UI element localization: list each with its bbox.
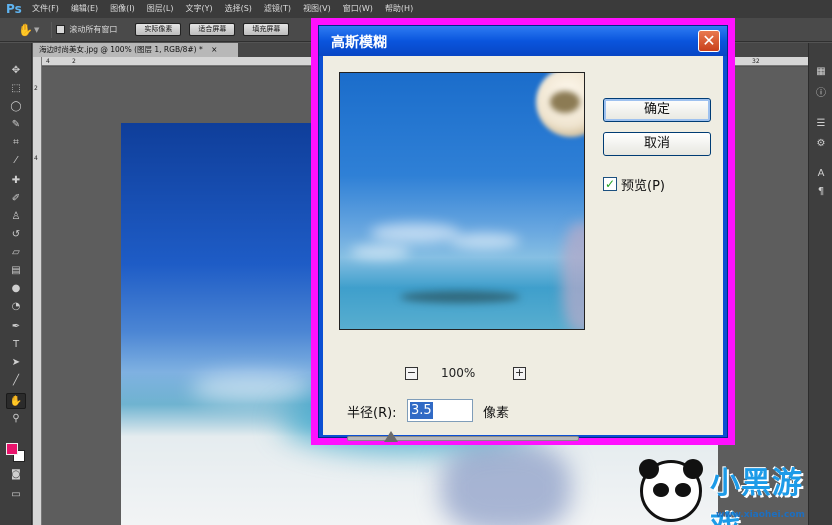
crop-tool-icon[interactable]: ⌗ (6, 135, 26, 151)
scroll-all-windows-label: 滚动所有窗口 (69, 25, 118, 34)
menu-help[interactable]: 帮助(H) (379, 0, 419, 18)
ruler-tick: 4 (46, 58, 50, 65)
actual-pixels-button[interactable]: 实际像素 (135, 23, 182, 36)
panda-logo-icon (639, 459, 703, 522)
gaussian-blur-dialog: 高斯模糊 ✕ − 100% + 确定 取消 ✓ 预览(P) 半径(R): 3.5 (318, 25, 728, 442)
radius-slider-thumb[interactable] (384, 431, 399, 442)
cancel-button[interactable]: 取消 (603, 132, 711, 156)
radius-label: 半径(R): (347, 406, 397, 421)
move-tool-icon[interactable]: ✥ (6, 63, 26, 79)
path-select-tool-icon[interactable]: ➤ (6, 355, 26, 371)
preview-cloud (350, 245, 410, 259)
preview-figure (562, 223, 584, 329)
foreground-color-swatch[interactable] (6, 443, 18, 455)
preview-cloud (370, 223, 460, 243)
filter-preview[interactable] (339, 72, 585, 330)
history-panel-icon[interactable]: ▦ (814, 65, 828, 79)
healing-brush-tool-icon[interactable]: ✚ (6, 173, 26, 189)
preview-island (400, 291, 520, 303)
lasso-tool-icon[interactable]: ◯ (6, 99, 26, 115)
preview-checkbox[interactable]: ✓ (603, 177, 617, 191)
menu-window[interactable]: 窗口(W) (337, 0, 379, 18)
blur-tool-icon[interactable]: ● (6, 281, 26, 297)
clone-stamp-tool-icon[interactable]: ♙ (6, 209, 26, 225)
panda-ear (683, 459, 703, 479)
panda-eye (675, 483, 691, 497)
options-divider (51, 21, 53, 38)
zoom-out-button[interactable]: − (405, 367, 418, 380)
menu-filter[interactable]: 滤镜(T) (258, 0, 297, 18)
quick-mask-icon[interactable]: ◙ (6, 467, 26, 483)
app-logo: Ps (6, 2, 22, 16)
ruler-tick: 2 (72, 58, 76, 65)
document-tab-close-icon[interactable]: × (211, 45, 217, 54)
menu-bar: Ps 文件(F) 编辑(E) 图像(I) 图层(L) 文字(Y) 选择(S) 滤… (0, 0, 832, 18)
zoom-level: 100% (441, 366, 476, 380)
history-brush-tool-icon[interactable]: ↺ (6, 227, 26, 243)
radius-slider-track[interactable] (347, 436, 579, 441)
ok-button[interactable]: 确定 (603, 98, 711, 122)
preview-cloud (450, 233, 520, 249)
fill-screen-button[interactable]: 填充屏幕 (243, 23, 290, 36)
dodge-tool-icon[interactable]: ◔ (6, 299, 26, 315)
marquee-tool-icon[interactable]: ⬚ (6, 81, 26, 97)
quick-select-tool-icon[interactable]: ✎ (6, 117, 26, 133)
watermark-url: www.xiaohei.com (716, 510, 805, 520)
hand-tool-icon[interactable]: ✋ (6, 393, 26, 409)
vertical-ruler[interactable]: 2 4 (33, 57, 42, 525)
dialog-titlebar[interactable]: 高斯模糊 ✕ (319, 26, 727, 56)
zoom-tool-icon[interactable]: ⚲ (6, 411, 26, 427)
panda-eye (653, 483, 669, 497)
radius-input[interactable]: 3.5 (407, 399, 473, 422)
document-tab-title: 海边时尚美女.jpg @ 100% (图层 1, RGB/8#) * (39, 45, 203, 54)
menu-type[interactable]: 文字(Y) (179, 0, 218, 18)
zoom-in-button[interactable]: + (513, 367, 526, 380)
dialog-title: 高斯模糊 (331, 35, 387, 51)
tool-preset-dropdown-icon[interactable]: ▼ (34, 26, 39, 34)
paragraph-panel-icon[interactable]: ¶ (814, 185, 828, 199)
eyedropper-tool-icon[interactable]: ⁄ (6, 153, 26, 169)
info-panel-icon[interactable]: ⓘ (814, 87, 828, 101)
screen-mode-icon[interactable]: ▭ (6, 487, 26, 503)
photoshop-window: Ps 文件(F) 编辑(E) 图像(I) 图层(L) 文字(Y) 选择(S) 滤… (0, 0, 832, 525)
menu-layer[interactable]: 图层(L) (141, 0, 180, 18)
scroll-all-windows-checkbox[interactable] (56, 25, 66, 34)
panda-ear (639, 459, 659, 479)
radius-value: 3.5 (410, 402, 433, 419)
radius-unit-label: 像素 (483, 406, 510, 421)
hand-tool-icon[interactable]: ✋ (18, 23, 34, 37)
image-cloud (191, 373, 311, 403)
eraser-tool-icon[interactable]: ▱ (6, 245, 26, 261)
ruler-tick: 32 (752, 58, 760, 65)
image-figure (441, 443, 571, 525)
menu-select[interactable]: 选择(S) (219, 0, 258, 18)
character-panel-icon[interactable]: A (814, 167, 828, 181)
preview-label: 预览(P) (621, 179, 665, 194)
menu-file[interactable]: 文件(F) (26, 0, 65, 18)
ruler-tick: 4 (34, 155, 38, 162)
menu-view[interactable]: 视图(V) (297, 0, 337, 18)
document-tab[interactable]: 海边时尚美女.jpg @ 100% (图层 1, RGB/8#) * × (33, 43, 238, 57)
adjustments-panel-icon[interactable]: ⚙ (814, 137, 828, 151)
pen-tool-icon[interactable]: ✒ (6, 319, 26, 335)
gradient-tool-icon[interactable]: ▤ (6, 263, 26, 279)
line-tool-icon[interactable]: ╱ (6, 373, 26, 389)
menu-edit[interactable]: 编辑(E) (65, 0, 104, 18)
menu-image[interactable]: 图像(I) (104, 0, 141, 18)
type-tool-icon[interactable]: T (6, 337, 26, 353)
fit-screen-button[interactable]: 适合屏幕 (189, 23, 236, 36)
dialog-body: − 100% + 确定 取消 ✓ 预览(P) 半径(R): 3.5 像素 (323, 56, 723, 442)
properties-panel-icon[interactable]: ☰ (814, 117, 828, 131)
brush-tool-icon[interactable]: ✐ (6, 191, 26, 207)
site-watermark: 小黑游戏 www.xiaohei.com (636, 452, 832, 525)
preview-hat-band (550, 91, 580, 113)
close-icon[interactable]: ✕ (698, 30, 720, 52)
ruler-tick: 2 (34, 85, 38, 92)
tools-panel: ✥ ⬚ ◯ ✎ ⌗ ⁄ ✚ ✐ ♙ ↺ ▱ ▤ ● ◔ ✒ T ➤ ╱ ✋ ⚲ … (0, 43, 32, 525)
